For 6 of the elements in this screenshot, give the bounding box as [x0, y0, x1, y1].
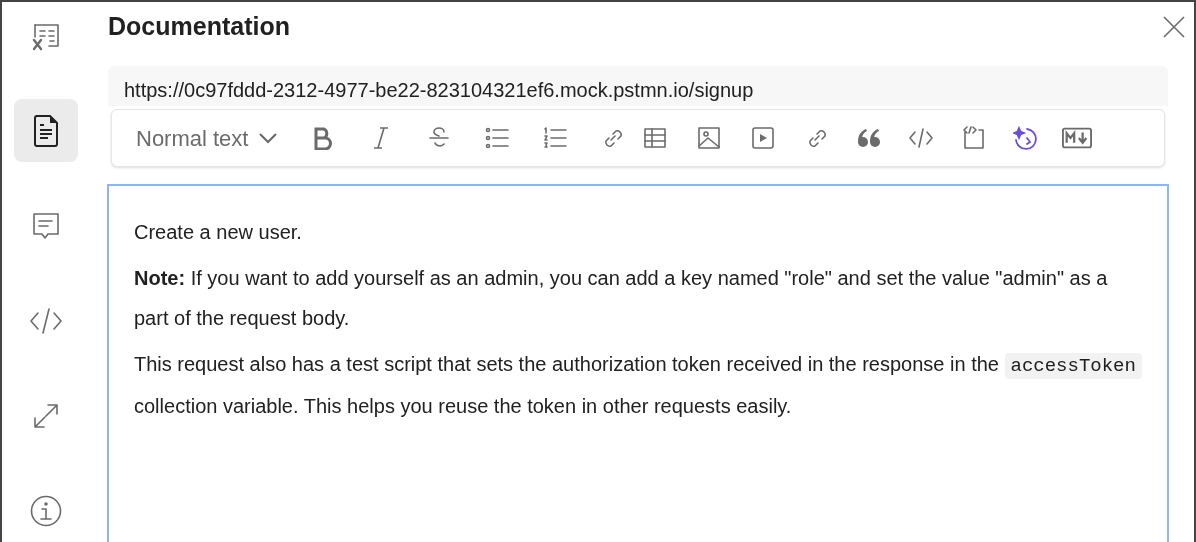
paragraph: Note: If you want to add yourself as an admin, you can add a key named "role" and set the value "admin" as a part of the request body. [134, 266, 1109, 331]
paragraph: Create a new user. [134, 220, 303, 245]
paragraph: This request also has a test script that sets the authorization token received in the response in the accessToken collection variable. This helps you reuse the token in other requests easily. [134, 344, 1142, 426]
request-url: https://0c97fddd-2312-4977-be22-823104321ef6.mock.pstmn.io/signup [124, 78, 755, 102]
text-style-dropdown[interactable]: Normal text [136, 121, 279, 155]
panel-title: Documentation [108, 11, 290, 43]
